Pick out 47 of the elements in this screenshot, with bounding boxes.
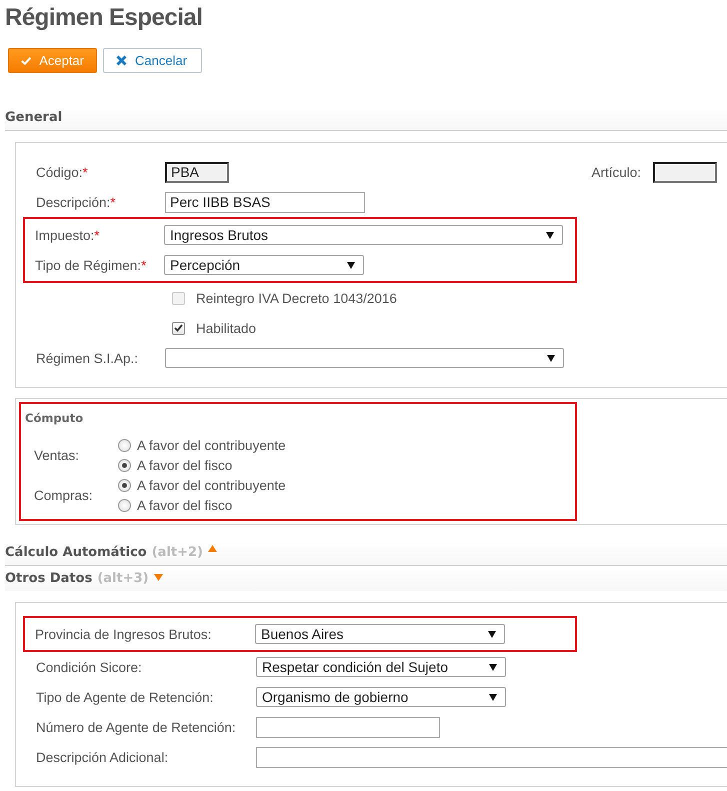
close-icon (116, 55, 127, 66)
field-label: Condición Sicore: (36, 660, 143, 674)
triangle-down-icon (154, 574, 163, 581)
radio-label: A favor del contribuyente (137, 478, 286, 492)
radio-button[interactable] (118, 478, 131, 492)
dropdown-field[interactable] (165, 348, 564, 368)
field-label: Tipo de Régimen:* (35, 258, 148, 272)
text-field[interactable]: Perc IIBB BSAS (165, 192, 365, 212)
field-label: Ventas: (34, 448, 80, 462)
dropdown-field[interactable]: Respetar condición del Sujeto (256, 657, 506, 677)
section-heading: General (5, 110, 62, 125)
field-label: Número de Agente de Retención: (36, 720, 237, 734)
triangle-up-icon (208, 545, 217, 552)
field-label: Descripción Adicional: (36, 750, 170, 764)
cancel-button[interactable]: Cancelar (103, 48, 202, 73)
field-label: Artículo: (591, 164, 641, 180)
field-label: Provincia de Ingresos Brutos: (35, 626, 212, 642)
dropdown-field[interactable]: Ingresos Brutos (164, 225, 563, 245)
dropdown-caret-icon (489, 694, 497, 700)
radio-button[interactable] (118, 498, 131, 512)
field-label: Código:* (36, 164, 89, 180)
dropdown-caret-icon (547, 354, 555, 362)
dropdown-caret-icon (489, 664, 497, 670)
radio-label: A favor del contribuyente (137, 438, 286, 452)
radio-label: A favor del fisco (137, 498, 232, 512)
checkbox[interactable] (172, 322, 185, 334)
radio-button[interactable] (118, 438, 131, 452)
field-label: Compras: (34, 488, 94, 502)
dropdown-caret-icon (546, 232, 554, 238)
group-title: Cómputo (25, 411, 84, 425)
checkbox-label: Reintegro IVA Decreto 1043/2016 (196, 290, 397, 306)
dropdown-field[interactable]: Percepción (164, 255, 364, 275)
field-label: Régimen S.I.Ap.: (36, 350, 140, 366)
check-icon (21, 56, 32, 66)
radio-label: A favor del fisco (137, 458, 232, 472)
field-label: Tipo de Agente de Retención: (36, 690, 214, 704)
page-title: Régimen Especial (5, 3, 202, 32)
dropdown-caret-icon (488, 630, 496, 638)
text-field[interactable] (256, 716, 440, 738)
dropdown-field[interactable]: Organismo de gobierno (256, 687, 506, 707)
checkbox-label: Habilitado (196, 320, 256, 336)
field-label: Impuesto:* (35, 228, 101, 242)
radio-button[interactable] (118, 458, 131, 472)
dropdown-field[interactable]: Buenos Aires (255, 624, 505, 644)
text-field[interactable] (256, 746, 727, 768)
dropdown-caret-icon (347, 262, 355, 268)
field-label: Descripción:* (36, 194, 117, 210)
